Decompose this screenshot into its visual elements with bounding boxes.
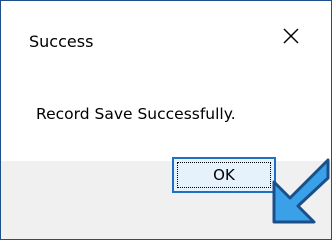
dialog-message: Record Save Successfully. (36, 105, 236, 123)
close-button[interactable] (273, 21, 309, 51)
title-bar: Success (1, 1, 331, 63)
dialog-title: Success (29, 32, 94, 51)
close-icon (283, 28, 299, 44)
arrow-pointer-icon (272, 158, 330, 224)
